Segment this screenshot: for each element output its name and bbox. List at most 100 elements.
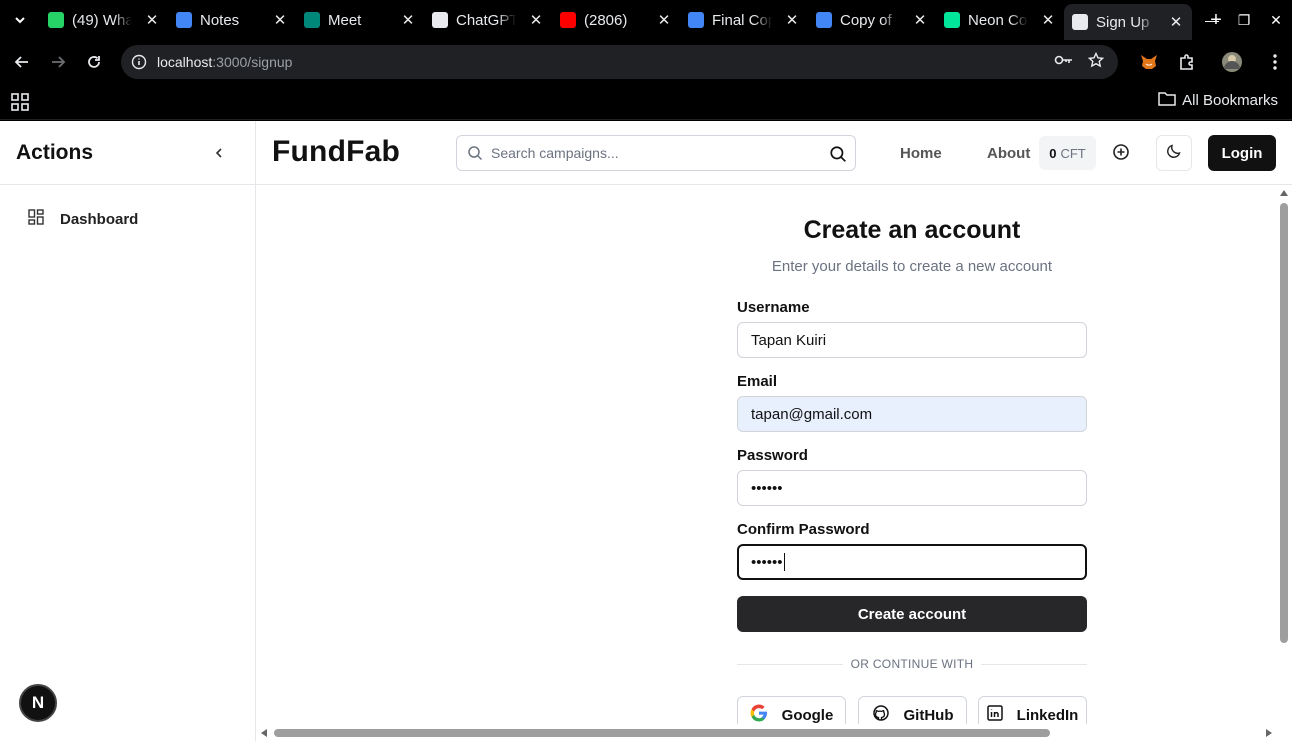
username-field[interactable]: Tapan Kuiri: [737, 322, 1087, 358]
vertical-scrollbar[interactable]: [1276, 186, 1292, 724]
search-submit-icon[interactable]: [829, 145, 847, 163]
password-key-icon[interactable]: [1054, 53, 1074, 72]
sidebar-title: Actions: [16, 140, 94, 164]
login-button[interactable]: Login: [1208, 135, 1276, 171]
search-icon: [467, 145, 483, 161]
sidebar-header: Actions: [0, 121, 255, 185]
horizontal-scrollbar[interactable]: [256, 724, 1292, 741]
minimize-icon[interactable]: —: [1196, 12, 1228, 28]
tab-title: ChatGPT: [456, 11, 516, 29]
theme-toggle-button[interactable]: [1156, 135, 1192, 171]
tab-search-chevron-icon[interactable]: [0, 0, 40, 40]
scroll-up-arrow-icon[interactable]: [1280, 190, 1288, 196]
tab-close-icon[interactable]: ✕: [912, 11, 928, 29]
profile-avatar[interactable]: [1206, 51, 1258, 73]
vertical-scroll-thumb[interactable]: [1280, 203, 1288, 643]
brand-logo-text[interactable]: FundFab: [272, 135, 400, 169]
browser-tab[interactable]: Copy of ✕: [808, 4, 936, 36]
search-input[interactable]: [491, 145, 821, 161]
bookmarks-bar: All Bookmarks: [0, 84, 1292, 120]
browser-tab[interactable]: Sign Up ✕: [1064, 4, 1192, 40]
browser-tab[interactable]: (49) WhatsApp ✕: [40, 4, 168, 36]
chatgpt-icon: [432, 12, 448, 28]
reload-icon[interactable]: [76, 44, 112, 80]
google-icon: [750, 704, 768, 726]
address-bar[interactable]: localhost:3000/signup: [121, 45, 1118, 79]
browser-tab[interactable]: ChatGPT ✕: [424, 4, 552, 36]
tab-close-icon[interactable]: ✕: [1040, 11, 1056, 29]
browser-menu-icon[interactable]: [1258, 54, 1292, 70]
forward-icon[interactable]: [40, 44, 76, 80]
youtube-icon: [560, 12, 576, 28]
top-header: FundFab Home About 0 CFT Login: [256, 121, 1292, 185]
whatsapp-icon: [48, 12, 64, 28]
horizontal-scroll-thumb[interactable]: [274, 729, 1050, 737]
browser-tab[interactable]: Final Copy ✕: [680, 4, 808, 36]
apps-grid-icon[interactable]: [11, 93, 29, 116]
confirm-password-label: Confirm Password: [737, 521, 870, 538]
tab-close-icon[interactable]: ✕: [784, 11, 800, 29]
email-label: Email: [737, 373, 778, 390]
url-path: :3000/signup: [212, 54, 293, 70]
folder-icon: [1158, 91, 1176, 110]
nav-about-link[interactable]: About: [987, 145, 1030, 162]
neon-icon: [944, 12, 960, 28]
form-title: Create an account: [803, 216, 1021, 244]
tab-close-icon[interactable]: ✕: [1168, 13, 1184, 31]
tab-close-icon[interactable]: ✕: [528, 11, 544, 29]
sidebar-item-dashboard[interactable]: Dashboard: [28, 209, 138, 229]
tab-title: Notes: [200, 11, 240, 29]
url-host: localhost: [157, 54, 213, 70]
username-value: Tapan Kuiri: [751, 331, 827, 349]
cft-unit-label: CFT: [1060, 145, 1086, 161]
browser-tab[interactable]: Neon Console ✕: [936, 4, 1064, 36]
collapse-sidebar-chevron-left-icon[interactable]: [207, 141, 231, 165]
browser-tab[interactable]: Notes ✕: [168, 4, 296, 36]
browser-tab[interactable]: Meet ✕: [296, 4, 424, 36]
create-account-button[interactable]: Create account: [737, 596, 1087, 632]
url-text: localhost:3000/signup: [157, 54, 292, 70]
search-box[interactable]: [456, 135, 856, 171]
tab-title: (49) WhatsApp: [72, 11, 132, 29]
browser-toolbar: localhost:3000/signup: [0, 40, 1292, 84]
google-label: Google: [781, 706, 834, 724]
add-campaign-plus-circle-icon[interactable]: [1111, 142, 1131, 167]
form-subtitle: Enter your details to create a new accou…: [771, 258, 1053, 275]
divider-text: OR CONTINUE WITH: [850, 657, 974, 671]
extensions-puzzle-icon[interactable]: [1168, 53, 1206, 71]
restore-icon[interactable]: ❐: [1228, 12, 1260, 29]
tab-title: Meet: [328, 11, 362, 29]
username-label: Username: [737, 299, 810, 316]
password-label: Password: [737, 447, 808, 464]
github-label: GitHub: [903, 706, 954, 724]
cft-balance-badge: 0 CFT: [1039, 136, 1096, 170]
scroll-left-arrow-icon[interactable]: [261, 729, 267, 737]
linkedin-icon: [986, 705, 1003, 725]
tab-close-icon[interactable]: ✕: [400, 11, 416, 29]
back-icon[interactable]: [4, 44, 40, 80]
all-bookmarks-label: All Bookmarks: [1182, 92, 1278, 109]
site-info-icon[interactable]: [123, 54, 155, 70]
metamask-extension-icon[interactable]: [1130, 54, 1168, 70]
scroll-right-arrow-icon[interactable]: [1266, 729, 1272, 737]
github-icon: [872, 704, 890, 726]
nextjs-dev-indicator[interactable]: N: [19, 684, 57, 722]
close-window-icon[interactable]: ✕: [1260, 12, 1292, 29]
tab-title: Sign Up: [1096, 13, 1150, 31]
contacts-icon: [176, 12, 192, 28]
nav-home-link[interactable]: Home: [900, 145, 942, 162]
tab-title: Final Copy: [712, 11, 772, 29]
tab-close-icon[interactable]: ✕: [144, 11, 160, 29]
password-value: ••••••: [751, 479, 783, 497]
bookmark-star-icon[interactable]: [1087, 51, 1105, 73]
text-caret: [783, 553, 785, 571]
confirm-password-field[interactable]: ••••••: [737, 544, 1087, 580]
email-field[interactable]: tapan@gmail.com: [737, 396, 1087, 432]
divider-line: [981, 663, 1088, 665]
all-bookmarks-button[interactable]: All Bookmarks: [1158, 91, 1278, 110]
tab-close-icon[interactable]: ✕: [656, 11, 672, 29]
tab-close-icon[interactable]: ✕: [272, 11, 288, 29]
browser-tab[interactable]: (2806) ✕: [552, 4, 680, 36]
password-field[interactable]: ••••••: [737, 470, 1087, 506]
sidebar-item-label: Dashboard: [60, 210, 139, 228]
